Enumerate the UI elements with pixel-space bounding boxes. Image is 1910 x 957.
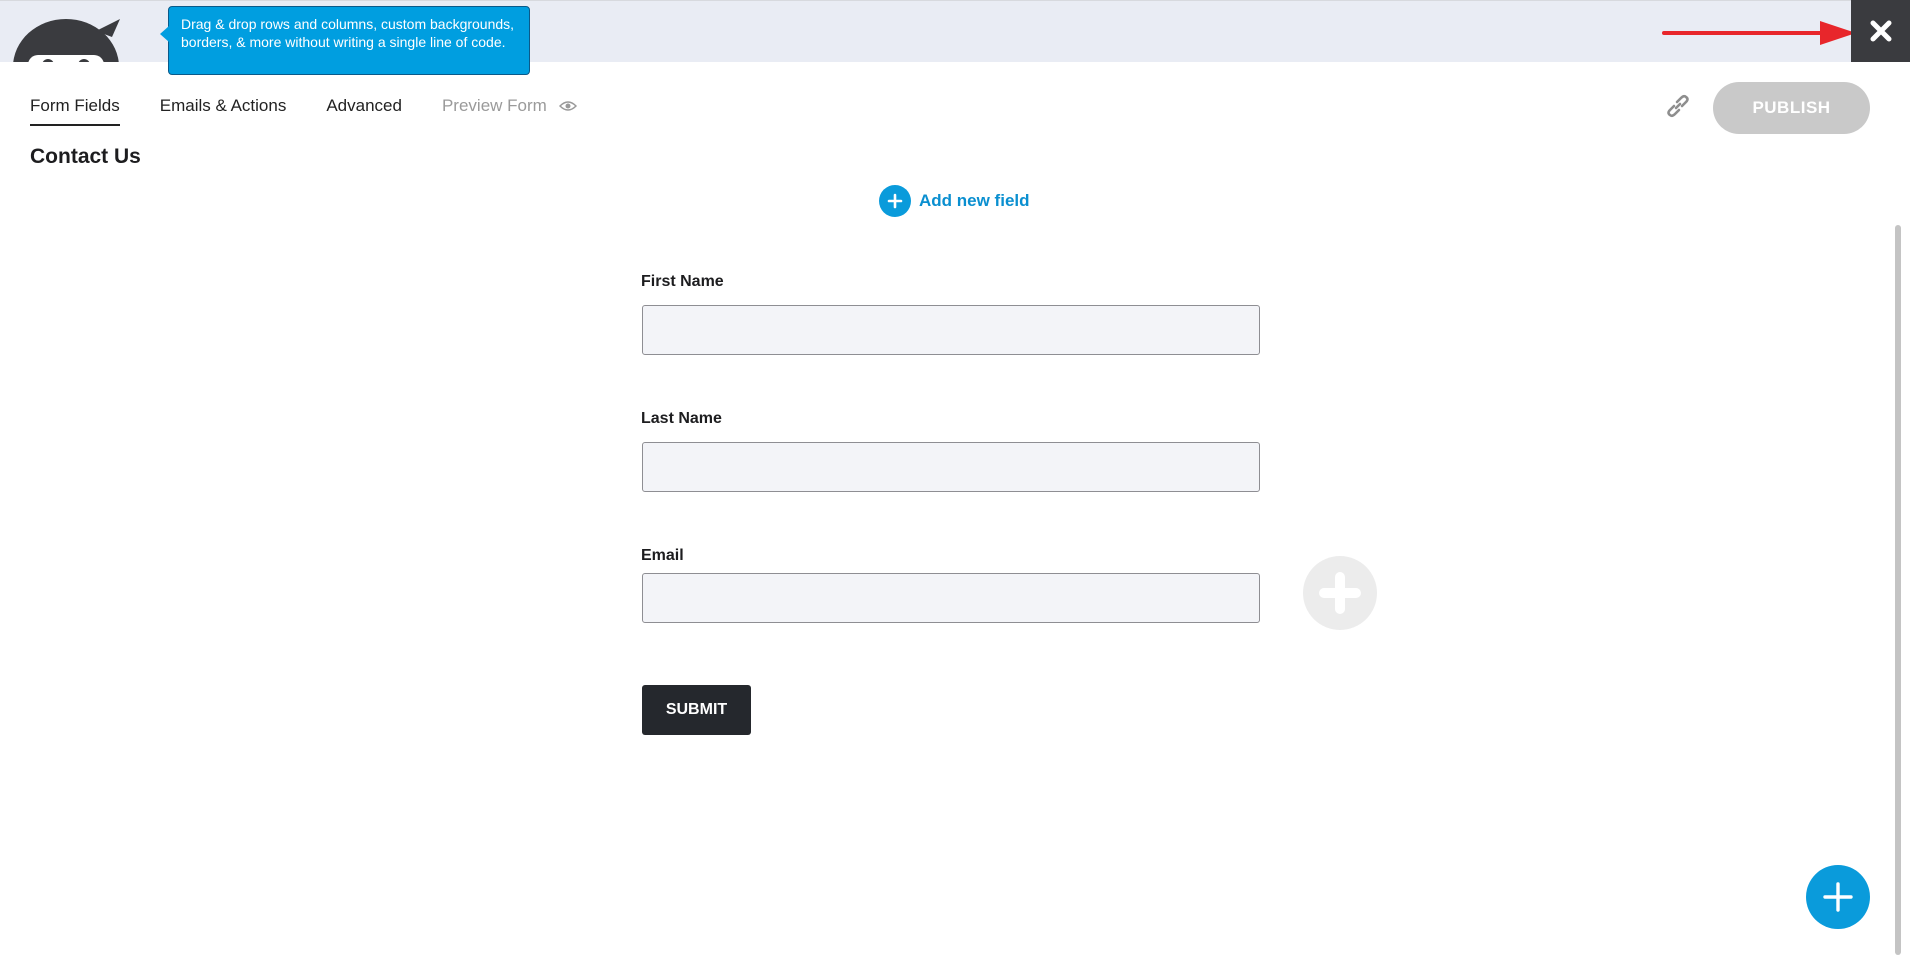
last-name-field[interactable] bbox=[642, 442, 1260, 492]
add-new-field-button[interactable]: Add new field bbox=[879, 185, 1030, 217]
builder-tip-tooltip: Drag & drop rows and columns, custom bac… bbox=[168, 6, 530, 75]
close-button[interactable] bbox=[1851, 0, 1910, 62]
add-column-button[interactable] bbox=[1303, 556, 1377, 630]
last-name-label: Last Name bbox=[641, 410, 722, 427]
publish-button[interactable]: PUBLISH bbox=[1713, 82, 1870, 134]
first-name-field[interactable] bbox=[642, 305, 1260, 355]
vertical-scrollbar[interactable] bbox=[1895, 225, 1901, 955]
annotation-arrow-icon bbox=[1662, 21, 1856, 45]
builder-tabs: Form Fields Emails & Actions Advanced Pr… bbox=[30, 96, 617, 126]
add-element-fab[interactable] bbox=[1806, 865, 1870, 929]
tab-advanced[interactable]: Advanced bbox=[326, 96, 402, 124]
tab-label: Emails & Actions bbox=[159, 96, 287, 115]
tab-preview-form[interactable]: Preview Form bbox=[442, 96, 577, 124]
email-label: Email bbox=[641, 547, 684, 564]
tooltip-pointer bbox=[160, 26, 169, 42]
tab-label: Advanced bbox=[326, 96, 402, 115]
tab-emails-actions[interactable]: Emails & Actions bbox=[160, 96, 287, 124]
first-name-label: First Name bbox=[641, 273, 724, 290]
add-new-field-label: Add new field bbox=[919, 191, 1030, 210]
tab-label: Preview Form bbox=[441, 96, 547, 115]
ninja-logo-icon bbox=[13, 19, 120, 62]
tab-form-fields[interactable]: Form Fields bbox=[30, 96, 120, 126]
eye-icon bbox=[558, 101, 577, 111]
submit-button[interactable]: SUBMIT bbox=[642, 685, 751, 735]
tab-label: Form Fields bbox=[30, 96, 120, 115]
link-icon[interactable] bbox=[1664, 92, 1692, 120]
form-title: Contact Us bbox=[30, 145, 141, 168]
plus-icon bbox=[1319, 572, 1361, 614]
email-field[interactable] bbox=[642, 573, 1260, 623]
close-icon bbox=[1870, 20, 1891, 42]
plus-icon bbox=[1823, 882, 1853, 912]
plus-circle-icon bbox=[879, 185, 911, 217]
